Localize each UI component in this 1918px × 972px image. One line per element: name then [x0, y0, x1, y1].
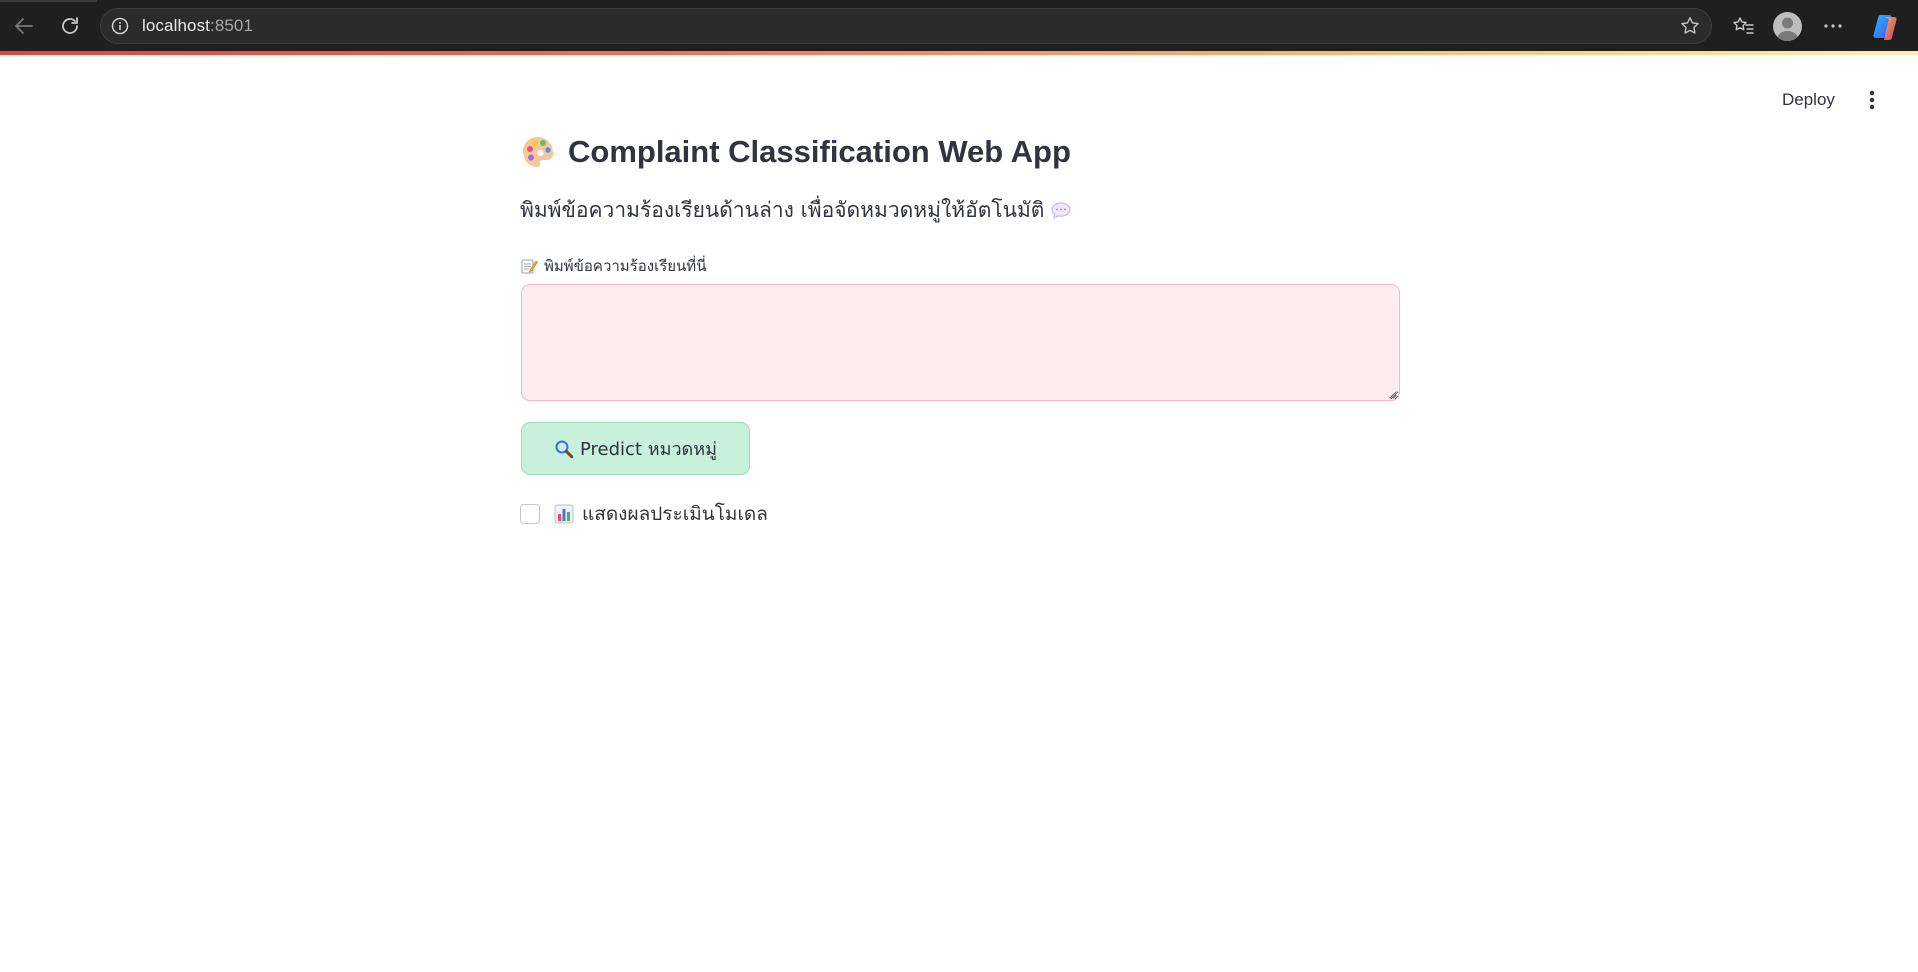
eval-checkbox-row[interactable]: แสดงผลประเมินโมเดล — [520, 499, 768, 529]
page-title: Complaint Classification Web App — [520, 130, 1400, 174]
bar-chart-emoji-icon — [554, 504, 574, 524]
active-tab-indicator — [0, 0, 97, 2]
complaint-input-label: พิมพ์ข้อความร้องเรียนที่นี่ — [520, 254, 706, 278]
eval-checkbox[interactable] — [520, 504, 540, 524]
speech-bubble-icon — [1051, 201, 1072, 219]
url-text[interactable]: localhost:8501 — [142, 16, 253, 36]
memo-emoji-icon — [521, 259, 538, 274]
palette-emoji-icon — [523, 137, 553, 167]
reload-icon[interactable] — [53, 9, 87, 43]
browser-toolbar: localhost:8501 — [0, 0, 1918, 51]
more-vertical-icon[interactable] — [1860, 84, 1884, 116]
complaint-textarea[interactable] — [521, 284, 1400, 401]
magnifier-emoji-icon — [555, 440, 574, 458]
star-icon[interactable] — [1679, 15, 1701, 37]
more-horizontal-icon[interactable] — [1816, 9, 1850, 43]
complaint-input-label-text: พิมพ์ข้อความร้องเรียนที่นี่ — [544, 257, 707, 275]
favorites-icon[interactable] — [1726, 9, 1760, 43]
subtitle-text: พิมพ์ข้อความร้องเรียนด้านล่าง เพื่อจัดหม… — [520, 198, 1045, 222]
predict-button-label: Predict หมวดหมู่ — [580, 439, 717, 460]
copilot-icon[interactable] — [1871, 11, 1901, 41]
deploy-button[interactable]: Deploy — [1772, 86, 1845, 114]
page-subtitle: พิมพ์ข้อความร้องเรียนด้านล่าง เพื่อจัดหม… — [520, 194, 1072, 227]
main-content: Complaint Classification Web App พิมพ์ข้… — [520, 130, 1400, 525]
predict-button[interactable]: Predict หมวดหมู่ — [521, 422, 750, 475]
address-bar[interactable]: localhost:8501 — [100, 8, 1712, 44]
page-title-text: Complaint Classification Web App — [568, 134, 1071, 169]
browser-accent-strip — [0, 51, 1918, 55]
profile-avatar-icon[interactable] — [1773, 12, 1802, 41]
info-icon[interactable] — [111, 17, 129, 35]
eval-checkbox-label[interactable]: แสดงผลประเมินโมเดล — [582, 499, 768, 529]
back-arrow-icon[interactable] — [7, 9, 41, 43]
